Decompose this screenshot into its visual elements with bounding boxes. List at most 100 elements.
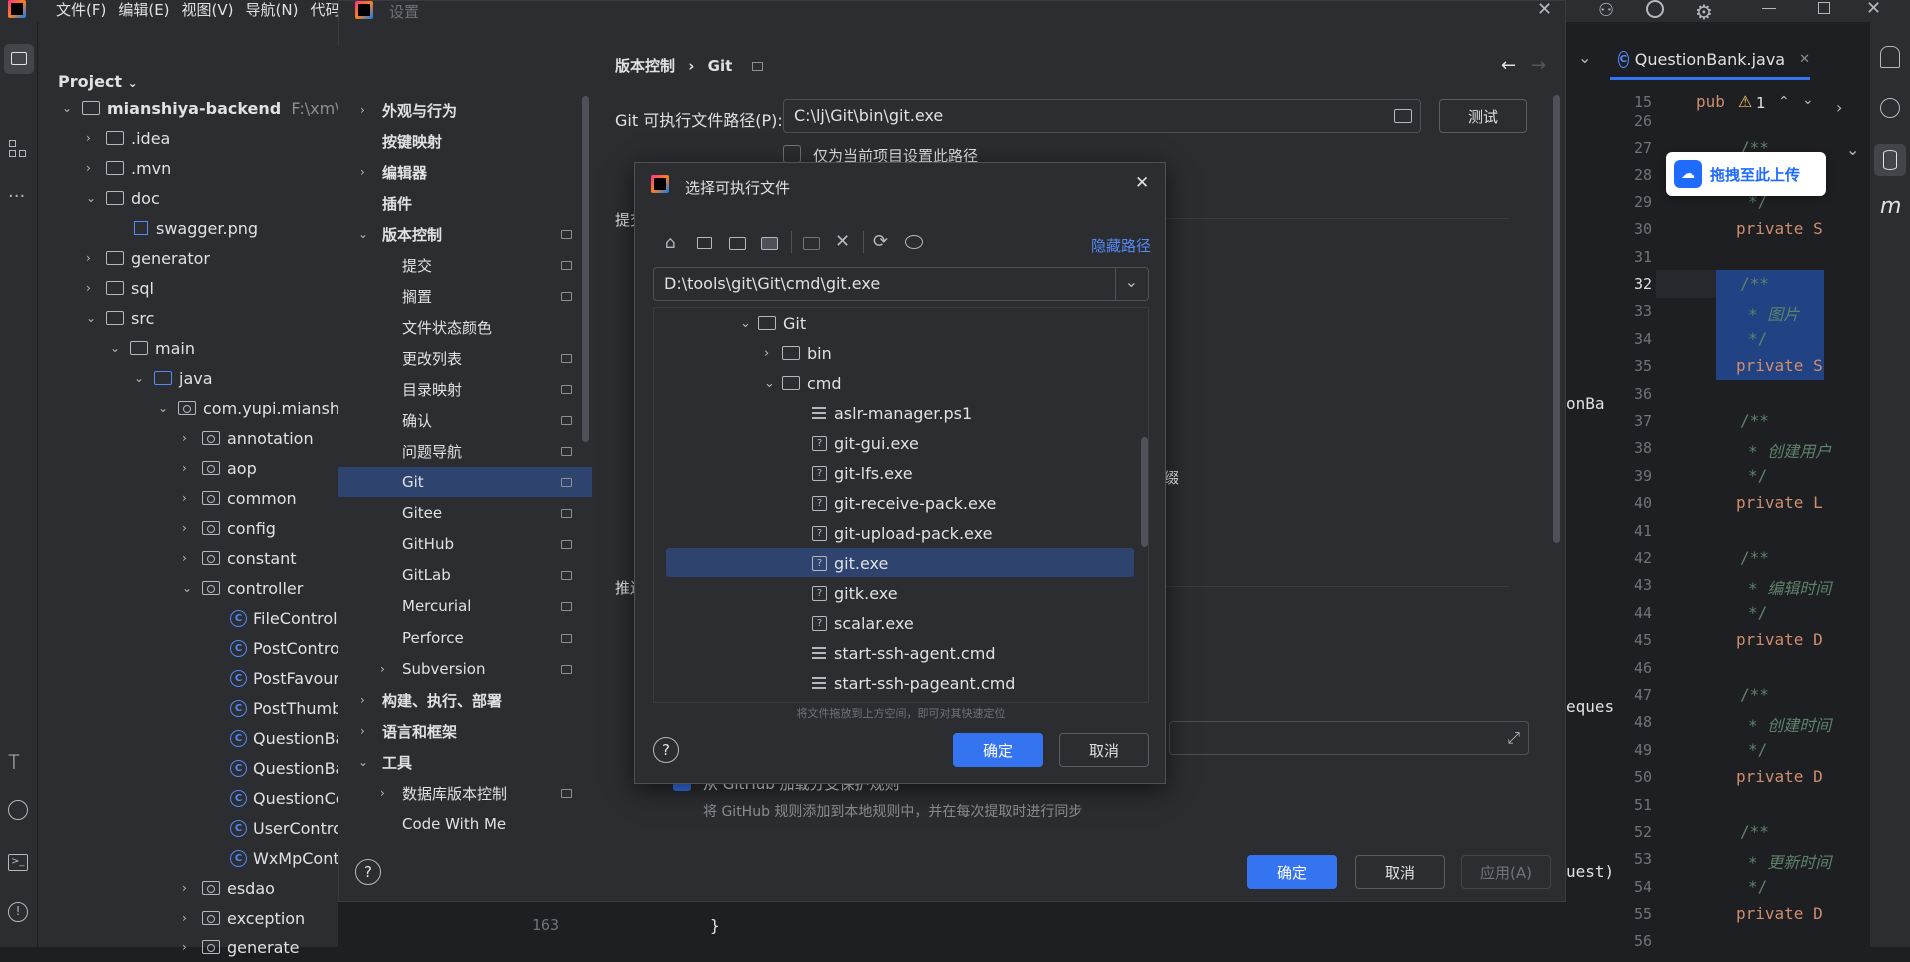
desktop-icon[interactable]: [697, 237, 712, 249]
nav-item[interactable]: ⌄ 版本控制: [338, 219, 592, 249]
back-arrow-icon[interactable]: ←: [1501, 55, 1516, 76]
nav-item[interactable]: › 构建、执行、部署: [338, 685, 592, 715]
tree-item[interactable]: C QuestionBar: [230, 753, 352, 783]
tree-item[interactable]: C PostControl: [230, 633, 344, 663]
chevron-down-icon[interactable]: ⌄: [1125, 272, 1138, 291]
nav-item-selected[interactable]: Git: [338, 467, 592, 497]
editor-tab[interactable]: C QuestionBank.java ✕: [1610, 42, 1810, 80]
file-tree-row[interactable]: ? gitk.exe: [812, 578, 898, 608]
nav-item[interactable]: GitHub: [338, 529, 592, 559]
terminal-tool-icon[interactable]: >_: [8, 854, 28, 871]
tree-item[interactable]: › .mvn: [86, 153, 171, 183]
warning-icon[interactable]: ⚠: [1738, 92, 1752, 111]
dialog-help-button[interactable]: ?: [653, 737, 679, 763]
menu-navigate[interactable]: 导航(N): [246, 0, 299, 22]
tree-item[interactable]: › config: [182, 513, 276, 543]
maven-icon[interactable]: m: [1880, 194, 1901, 219]
settings-cancel-button[interactable]: 取消: [1355, 855, 1445, 889]
tree-scrollbar[interactable]: [1141, 437, 1148, 547]
ai-assistant-icon[interactable]: [1880, 98, 1900, 118]
nav-item[interactable]: 插件: [338, 188, 592, 218]
menu-code[interactable]: 代码: [310, 0, 340, 22]
tree-item[interactable]: ⌄ java: [134, 363, 213, 393]
nav-item[interactable]: › 数据库版本控制: [338, 778, 592, 808]
browse-folder-icon[interactable]: [1394, 109, 1412, 123]
tree-item[interactable]: ⌄ doc: [86, 183, 160, 213]
structure-tool-icon[interactable]: [9, 140, 27, 158]
expand-field[interactable]: ⤢: [1169, 721, 1529, 755]
project-tool-icon[interactable]: [4, 44, 34, 74]
file-tree-row[interactable]: ⌄ cmd: [764, 368, 842, 398]
file-tree-row[interactable]: ? git-upload-pack.exe: [812, 518, 992, 548]
upload-badge[interactable]: ☁ 拖拽至此上传: [1666, 152, 1826, 196]
tree-item[interactable]: C PostThumbC: [230, 693, 353, 723]
nav-item[interactable]: › 外观与行为: [338, 95, 592, 125]
file-tree-row[interactable]: ⌄ Git: [740, 308, 806, 338]
help-button[interactable]: ?: [355, 859, 381, 885]
file-tree-row[interactable]: ? git-receive-pack.exe: [812, 488, 996, 518]
tree-item[interactable]: swagger.png: [134, 213, 258, 243]
tree-item[interactable]: C WxMpContr: [230, 843, 346, 873]
tree-item[interactable]: C PostFavourC: [230, 663, 351, 693]
file-tree-row[interactable]: ? git-gui.exe: [812, 428, 919, 458]
nav-item[interactable]: Mercurial: [338, 591, 592, 621]
nav-item[interactable]: › 编辑器: [338, 157, 592, 187]
nav-item[interactable]: ⌄ 工具: [338, 747, 592, 777]
nav-item[interactable]: Gitee: [338, 498, 592, 528]
restore-icon[interactable]: [1818, 2, 1830, 14]
nav-item[interactable]: 确认: [338, 405, 592, 435]
new-folder-icon[interactable]: [803, 237, 820, 250]
nav-item[interactable]: Perforce: [338, 623, 592, 653]
nav-item[interactable]: 更改列表: [338, 343, 592, 373]
file-tree-row-selected[interactable]: ? git.exe: [812, 548, 888, 578]
dialog-cancel-button[interactable]: 取消: [1059, 733, 1149, 767]
file-tree-row[interactable]: aslr-manager.ps1: [812, 398, 972, 428]
nav-item[interactable]: 目录映射: [338, 374, 592, 404]
tree-item[interactable]: › generator: [86, 243, 210, 273]
chevron-down-icon[interactable]: ⌄: [1802, 92, 1814, 108]
hide-path-link[interactable]: 隐藏路径: [1091, 235, 1151, 256]
database-icon[interactable]: [1874, 144, 1906, 176]
file-tree-row[interactable]: ? git-lfs.exe: [812, 458, 913, 488]
tree-item[interactable]: › .idea: [86, 123, 170, 153]
tree-item[interactable]: › constant: [182, 543, 297, 573]
menu-edit[interactable]: 编辑(E): [118, 0, 169, 22]
git-path-field[interactable]: C:\lj\Git\bin\git.exe: [783, 99, 1421, 133]
tree-item[interactable]: C QuestionCo: [230, 783, 346, 813]
module-folder-icon[interactable]: [761, 237, 778, 250]
tree-item[interactable]: C QuestionBar: [230, 723, 352, 753]
expand-icon[interactable]: ⤢: [1507, 728, 1520, 748]
nav-item[interactable]: 搁置: [338, 281, 592, 311]
tree-item[interactable]: › generate: [182, 932, 299, 962]
tree-item[interactable]: C UserControll: [230, 813, 352, 843]
nav-item[interactable]: › Subversion: [338, 654, 592, 684]
settings-close-icon[interactable]: ✕: [1537, 0, 1552, 20]
settings-apply-button[interactable]: 应用(A): [1461, 855, 1551, 889]
file-tree-row[interactable]: ? scalar.exe: [812, 608, 914, 638]
nav-item[interactable]: 提交: [338, 250, 592, 280]
dialog-ok-button[interactable]: 确定: [953, 733, 1043, 767]
tree-item[interactable]: ⌄ com.yupi.mianshiy: [158, 393, 354, 423]
chevron-right-icon[interactable]: ›: [1836, 98, 1842, 117]
nav-item[interactable]: 按键映射: [338, 126, 592, 156]
chevron-down-icon[interactable]: ⌄: [1846, 140, 1859, 159]
nav-item[interactable]: Code With Me: [338, 809, 592, 839]
nav-item[interactable]: › 语言和框架: [338, 716, 592, 746]
project-only-checkbox[interactable]: [783, 145, 801, 163]
tree-item[interactable]: ⌄ src: [86, 303, 154, 333]
home-icon[interactable]: ⌂: [665, 233, 676, 253]
file-tree-row[interactable]: › bin: [764, 338, 832, 368]
close-window-icon[interactable]: ✕: [1866, 0, 1881, 19]
tree-item[interactable]: › esdao: [182, 873, 275, 903]
project-folder-icon[interactable]: [729, 237, 746, 250]
show-hidden-icon[interactable]: [905, 235, 923, 249]
tree-item[interactable]: C FileControlle: [230, 603, 352, 633]
settings-gear-icon[interactable]: ⚙: [1695, 0, 1713, 24]
build-tool-icon[interactable]: ⟙: [8, 750, 20, 774]
file-tree-row[interactable]: start-ssh-agent.cmd: [812, 638, 995, 668]
notifications-icon[interactable]: [1880, 46, 1900, 68]
nav-item[interactable]: GitLab: [338, 560, 592, 590]
add-user-icon[interactable]: ⚇: [1598, 0, 1618, 21]
tree-item[interactable]: ⌄ controller: [182, 573, 303, 603]
content-scrollbar[interactable]: [1553, 95, 1560, 543]
